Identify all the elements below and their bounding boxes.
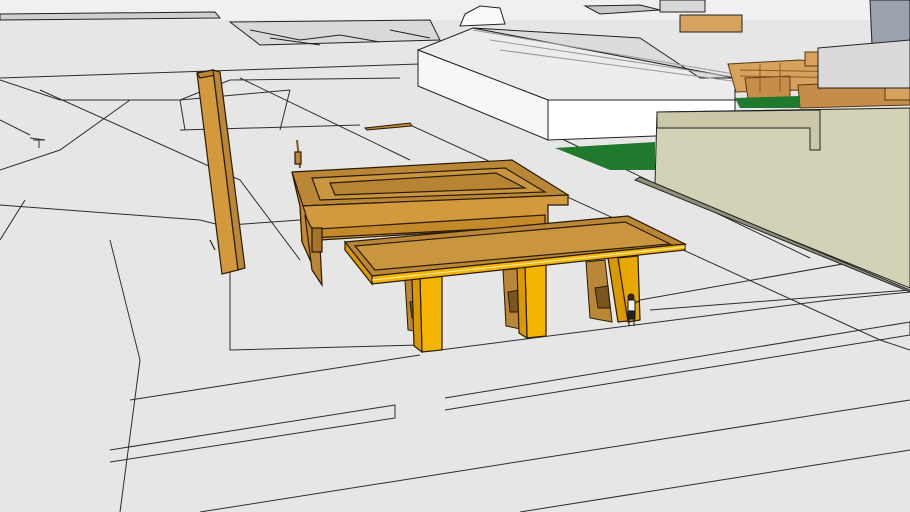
grass-patch: [735, 96, 800, 108]
3d-viewport[interactable]: [0, 0, 910, 512]
scene-canvas[interactable]: [0, 0, 910, 512]
gray-building: [817, 39, 910, 89]
canopy-pillar[interactable]: [516, 263, 547, 340]
canopy-pillar[interactable]: [411, 275, 443, 354]
